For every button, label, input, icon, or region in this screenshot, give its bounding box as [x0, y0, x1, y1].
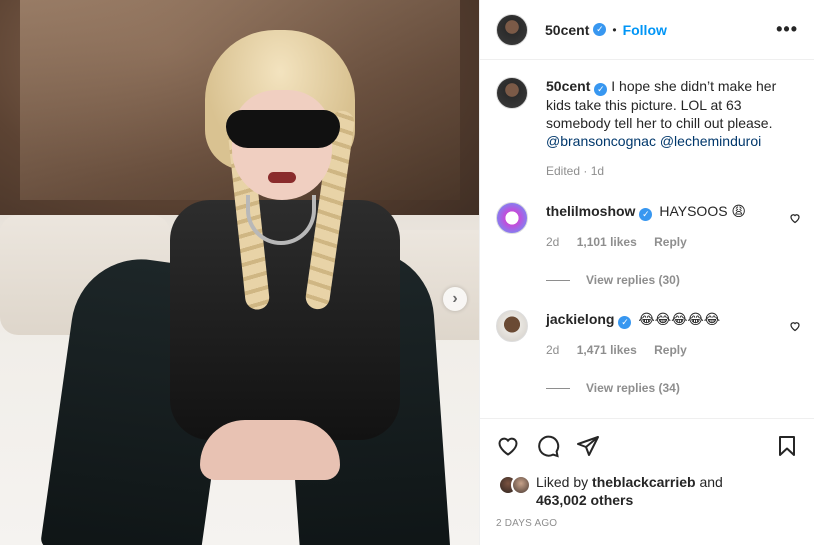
- liker-avatars[interactable]: [496, 473, 536, 495]
- likes-summary: Liked by theblackcarrieb and 463,002 oth…: [496, 473, 799, 509]
- caption-avatar[interactable]: [496, 77, 528, 109]
- commenter-avatar[interactable]: [496, 202, 528, 234]
- likes-prefix: Liked by: [536, 474, 589, 490]
- comment-like-count[interactable]: 1,471 likes: [577, 343, 637, 357]
- commenter-username[interactable]: jackielong: [546, 311, 614, 327]
- post-caption: 50cent ✓ I hope she didn’t make her kids …: [496, 77, 801, 178]
- view-replies-button[interactable]: View replies (30): [546, 273, 801, 287]
- photo-sunglasses: [226, 110, 340, 148]
- verified-badge-icon: ✓: [594, 83, 608, 96]
- chevron-right-icon: ›: [452, 290, 458, 307]
- caption-username[interactable]: 50cent: [546, 78, 590, 94]
- liker-username[interactable]: theblackcarrieb: [592, 474, 696, 490]
- caption-text: 50cent ✓ I hope she didn’t make her kids …: [546, 77, 801, 150]
- comment-age: 2d: [546, 343, 560, 357]
- verified-badge-icon: ✓: [593, 23, 607, 36]
- author-username[interactable]: 50cent: [545, 22, 589, 38]
- heart-icon[interactable]: [496, 434, 520, 458]
- follow-button[interactable]: Follow: [623, 22, 667, 38]
- liker-avatar: [511, 475, 531, 495]
- instagram-post: › 50cent ✓ • Follow ••• 50cent ✓ I hope s…: [0, 0, 814, 545]
- reply-button[interactable]: Reply: [654, 343, 687, 357]
- caption-mention[interactable]: @bransoncognac: [546, 133, 656, 149]
- comment-item: thelilmoshow ✓ HAYSOOS 😩 2d 1,101 likes R…: [496, 202, 801, 287]
- comment-heart-icon[interactable]: [789, 320, 801, 332]
- comment-text: HAYSOOS 😩: [659, 203, 747, 219]
- caption-meta: Edited · 1d: [546, 164, 605, 178]
- comment-item: jackielong ✓ 😂😂😂😂😂 2d 1,471 likes Reply V…: [496, 310, 801, 395]
- bookmark-icon[interactable]: [775, 434, 799, 458]
- reply-button[interactable]: Reply: [654, 235, 687, 249]
- verified-badge-icon: ✓: [618, 316, 632, 329]
- comment-line: jackielong ✓ 😂😂😂😂😂: [546, 310, 801, 329]
- action-icons: [496, 433, 799, 459]
- comment-icon[interactable]: [536, 434, 560, 458]
- commenter-username[interactable]: thelilmoshow: [546, 203, 635, 219]
- verified-badge-icon: ✓: [639, 208, 653, 221]
- comment-heart-icon[interactable]: [789, 212, 801, 224]
- comment-text: 😂😂😂😂😂: [638, 311, 721, 327]
- post-actions: Liked by theblackcarrieb and 463,002 oth…: [480, 418, 814, 529]
- comment-like-count[interactable]: 1,101 likes: [577, 235, 637, 249]
- more-options-icon[interactable]: •••: [776, 19, 798, 40]
- share-icon[interactable]: [576, 434, 600, 458]
- view-replies-button[interactable]: View replies (34): [546, 381, 801, 395]
- next-photo-button[interactable]: ›: [443, 287, 467, 311]
- comment-age: 2d: [546, 235, 560, 249]
- comment-meta: 2d 1,101 likes Reply: [546, 235, 801, 249]
- post-sidebar: 50cent ✓ • Follow ••• 50cent ✓ I hope she…: [479, 0, 814, 545]
- likes-text: Liked by theblackcarrieb and 463,002 oth…: [536, 473, 723, 509]
- author-avatar[interactable]: [496, 13, 528, 46]
- commenter-avatar[interactable]: [496, 310, 528, 342]
- likes-others-count[interactable]: 463,002 others: [536, 492, 633, 508]
- header-separator: •: [612, 22, 617, 37]
- comment-meta: 2d 1,471 likes Reply: [546, 343, 801, 357]
- comment-line: thelilmoshow ✓ HAYSOOS 😩: [546, 202, 801, 221]
- likes-and: and: [699, 474, 723, 490]
- photo-skin: [200, 420, 340, 480]
- photo-lips: [268, 172, 296, 183]
- caption-mention[interactable]: @lecheminduroi: [660, 133, 761, 149]
- post-header: 50cent ✓ • Follow •••: [480, 0, 814, 60]
- post-photo[interactable]: ›: [0, 0, 479, 545]
- post-timestamp[interactable]: 2 DAYS AGO: [496, 518, 799, 529]
